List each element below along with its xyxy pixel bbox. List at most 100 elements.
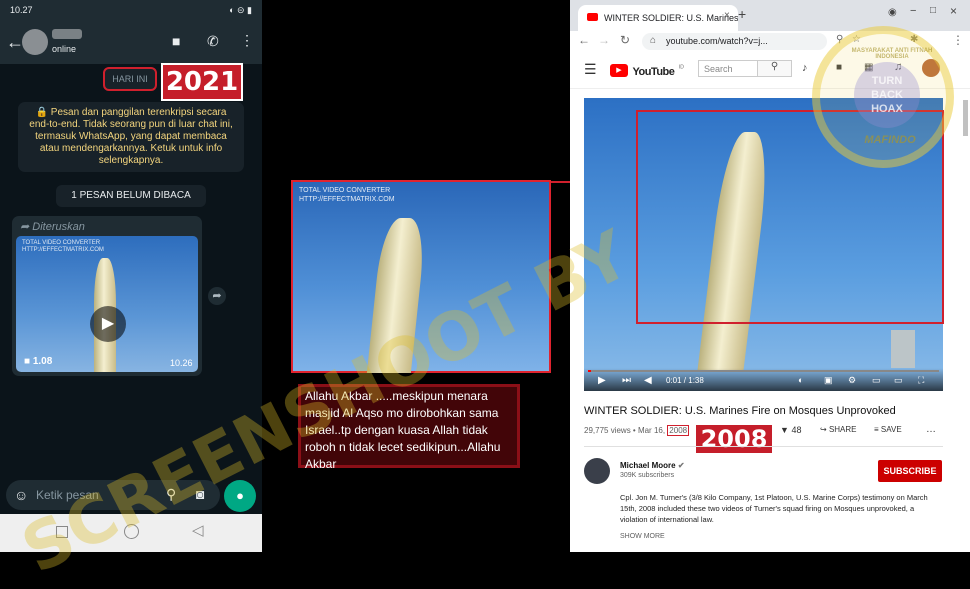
forwarded-label: ➦ Diteruskan — [20, 221, 85, 233]
voice-search-icon[interactable]: ♪ — [802, 62, 808, 74]
save-button[interactable]: ≡ SAVE — [874, 425, 902, 434]
reload-icon[interactable]: ↻ — [620, 33, 630, 47]
settings-gear-icon[interactable]: ⚙ — [848, 375, 856, 386]
status-time: 10.27 — [10, 5, 33, 15]
share-icon: ↪ — [820, 425, 827, 434]
tab-close-icon[interactable]: × — [724, 10, 730, 21]
year-tag-2021: 2021 — [161, 63, 243, 101]
upload-year: 2008 — [667, 425, 690, 436]
contact-status: online — [52, 44, 77, 54]
thumbnail-watermark: TOTAL VIDEO CONVERTER HTTP://EFFECTMATRIX… — [22, 240, 104, 254]
channel-name[interactable]: Michael Moore ✔ — [620, 461, 685, 470]
forward-nav-icon[interactable]: → — [598, 33, 610, 47]
video-size: ■ 1.08 — [24, 356, 53, 367]
video-controls: ▶ ⏭ ◀ 0:01 / 1:38 ◐ ▣ ⚙ ▭ ▭ ⛶ — [584, 368, 943, 391]
tab-strip: WINTER SOLDIER: U.S. Marines F × + ◉ − □… — [570, 0, 970, 31]
url-field[interactable]: ⌂ youtube.com/watch?v=j... — [642, 33, 827, 50]
browser-tab[interactable]: WINTER SOLDIER: U.S. Marines F — [578, 5, 738, 31]
seal-center: TURN BACK HOAX — [854, 62, 920, 128]
forwarded-text: Diteruskan — [32, 221, 85, 233]
video-call-icon[interactable]: ■ — [172, 33, 180, 49]
divider — [584, 446, 943, 447]
tab-title: WINTER SOLDIER: U.S. Marines F — [604, 13, 738, 23]
volume-icon[interactable]: ◀ — [644, 375, 652, 386]
miniplayer-icon[interactable]: ▭ — [872, 375, 881, 386]
status-battery-icon: ◐ ⊝ ▮ — [229, 5, 252, 15]
close-window-icon[interactable]: × — [950, 4, 957, 18]
subscribe-button[interactable]: SUBSCRIBE — [878, 460, 942, 482]
video-meta: 29,775 views • Mar 16, 2008 — [584, 425, 690, 436]
channel-name-text: Michael Moore — [620, 461, 676, 470]
youtube-logo-text: YouTube — [632, 66, 675, 78]
emoji-icon[interactable]: ☺ — [14, 487, 28, 503]
youtube-logo[interactable]: ▶ YouTube ID — [610, 62, 684, 80]
save-label: SAVE — [880, 425, 902, 434]
search-icon[interactable]: ⚲ — [757, 60, 792, 77]
next-icon[interactable]: ⏭ — [622, 375, 631, 386]
new-tab-icon[interactable]: + — [738, 6, 746, 22]
channel-avatar[interactable] — [584, 458, 610, 484]
youtube-favicon-icon — [587, 13, 598, 21]
zoom-wm-line2: HTTP://EFFECTMATRIX.COM — [299, 196, 395, 203]
minimize-icon[interactable]: − — [910, 5, 916, 17]
dislike-count: 48 — [791, 425, 802, 435]
seal-center-line3: HOAX — [871, 103, 903, 115]
theater-icon[interactable]: ▭ — [894, 375, 903, 386]
more-actions-icon[interactable]: … — [926, 424, 936, 435]
autoplay-toggle-icon[interactable]: ◐ — [798, 375, 803, 385]
show-more-link[interactable]: SHOW MORE — [620, 533, 665, 540]
dislike-button[interactable]: ▼ 48 — [780, 425, 801, 435]
subscriber-count: 309K subscribers — [620, 472, 675, 479]
seal-bottom-text: MAFINDO — [864, 134, 916, 146]
url-text: youtube.com/watch?v=j... — [666, 36, 768, 46]
zoom-watermark: TOTAL VIDEO CONVERTER HTTP://EFFECTMATRIX… — [299, 186, 395, 204]
year-tag-2008: 2008 — [694, 423, 774, 455]
youtube-logo-region: ID — [678, 64, 684, 71]
chrome-menu-icon[interactable]: ⋮ — [952, 33, 964, 47]
play-icon[interactable]: ▶ — [90, 306, 126, 342]
captions-icon[interactable]: ▣ — [824, 375, 833, 386]
menu-dots-icon[interactable]: ⋮ — [240, 32, 254, 49]
mafindo-seal: MASYARAKAT ANTI FITNAH INDONESIA TURN BA… — [812, 26, 954, 168]
thumbs-down-icon: ▼ — [780, 425, 789, 435]
time-display: 0:01 / 1:38 — [666, 376, 704, 385]
forward-icon[interactable]: ➦ — [208, 287, 226, 305]
youtube-play-logo-icon: ▶ — [610, 64, 628, 78]
video-description: Cpl. Jon M. Turner's (3/8 Kilo Company, … — [620, 493, 928, 524]
save-playlist-icon: ≡ — [874, 425, 879, 434]
home-icon-chrome[interactable]: ⌂ — [650, 35, 656, 46]
seal-top-text: MASYARAKAT ANTI FITNAH INDONESIA — [851, 48, 933, 60]
verified-check-icon: ✔ — [677, 461, 685, 470]
thumb-wm-line1: TOTAL VIDEO CONVERTER — [22, 240, 101, 246]
scrollbar[interactable] — [963, 100, 968, 136]
thumb-wm-line2: HTTP://EFFECTMATRIX.COM — [22, 247, 104, 253]
video-building-image — [891, 330, 915, 368]
play-button-icon[interactable]: ▶ — [598, 375, 606, 386]
search-placeholder: Search — [704, 64, 733, 74]
back-nav-icon[interactable]: ◁ — [192, 521, 204, 539]
video-size-text: 1.08 — [32, 356, 53, 367]
forwarded-message[interactable]: ➦ Diteruskan TOTAL VIDEO CONVERTER HTTP:/… — [12, 216, 202, 376]
maximize-icon[interactable]: □ — [930, 5, 936, 16]
tab-search-icon[interactable]: ◉ — [888, 7, 897, 18]
share-button[interactable]: ↪ SHARE — [820, 425, 857, 434]
avatar[interactable] — [22, 29, 48, 55]
progress-track[interactable] — [588, 370, 939, 372]
date-chip: HARI INI — [103, 67, 157, 91]
zoom-wm-line1: TOTAL VIDEO CONVERTER — [299, 187, 391, 194]
phone-call-icon[interactable]: ✆ — [207, 33, 219, 50]
unread-chip: 1 PESAN BELUM DIBACA — [56, 185, 206, 207]
video-time: 10.26 — [170, 358, 193, 368]
progress-fill — [588, 370, 591, 372]
seal-center-line2: BACK — [871, 89, 903, 101]
contact-name-blurred[interactable] — [52, 29, 82, 39]
back-icon[interactable]: ← — [578, 33, 590, 47]
hamburger-icon[interactable]: ☰ — [584, 61, 597, 78]
fullscreen-icon[interactable]: ⛶ — [918, 375, 924, 386]
encryption-notice[interactable]: 🔒 Pesan dan panggilan terenkripsi secara… — [18, 102, 244, 172]
video-title: WINTER SOLDIER: U.S. Marines Fire on Mos… — [584, 405, 896, 417]
status-bar: 10.27 ◐ ⊝ ▮ — [0, 0, 262, 22]
chat-header: ← online ■ ✆ ⋮ — [0, 22, 262, 64]
share-label: SHARE — [828, 425, 857, 434]
video-thumbnail[interactable]: TOTAL VIDEO CONVERTER HTTP://EFFECTMATRIX… — [16, 236, 198, 372]
